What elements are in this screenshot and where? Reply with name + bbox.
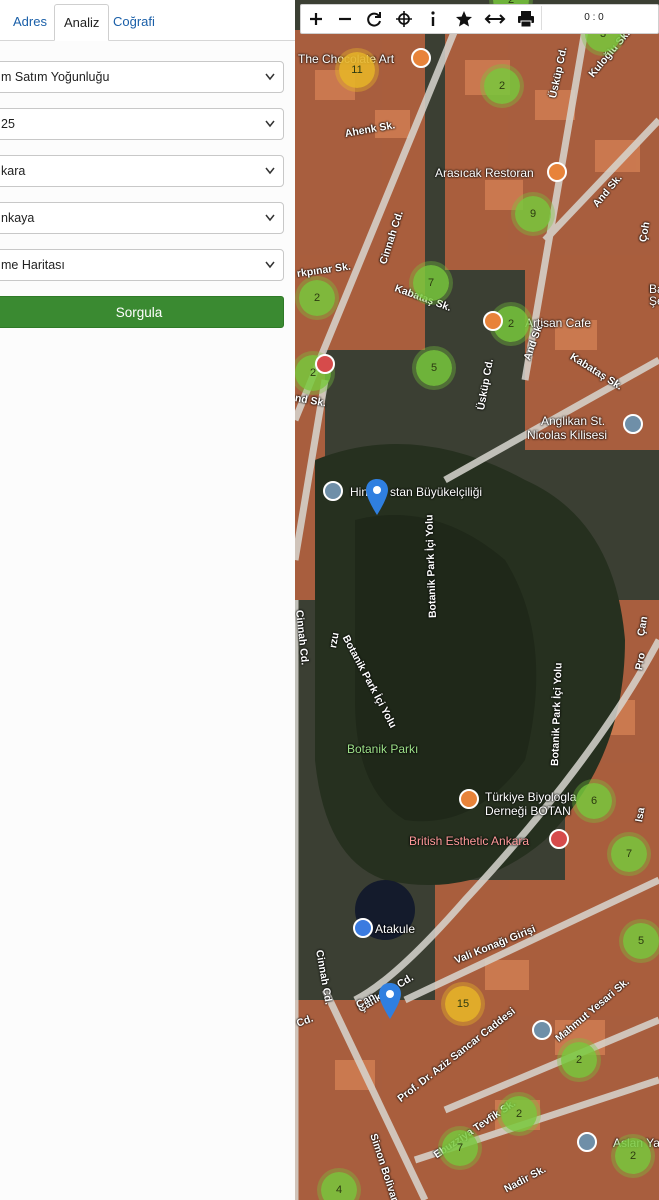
cluster-marker[interactable]: 15 [445,986,481,1022]
tab-adres[interactable]: Adres [4,4,56,40]
map-background [295,0,659,1200]
district-select[interactable]: nkaya [0,202,284,234]
measure-icon[interactable] [484,9,506,29]
map-type-value: me Haritası [1,258,65,272]
cluster-marker[interactable]: 2 [484,68,520,104]
church-icon[interactable] [623,414,643,434]
district-value: nkaya [1,211,35,225]
info-icon[interactable] [422,9,444,29]
cluster-marker[interactable]: 4 [321,1172,357,1200]
cluster-marker[interactable]: 7 [413,265,449,301]
chevron-down-icon [265,120,275,128]
zoom-in-icon[interactable] [305,9,327,29]
embassy-icon[interactable] [323,481,343,501]
place-label: Anglikan St. [541,414,606,428]
restaurant-icon[interactable] [547,162,567,182]
cluster-marker[interactable]: 7 [442,1130,478,1166]
place-label: Şehitl [649,294,659,308]
place-label: Atakule [375,922,416,936]
tab-cografi[interactable]: Coğrafi [104,4,164,40]
analysis-type-select[interactable]: m Satım Yoğunluğu [0,61,284,93]
refresh-icon[interactable] [363,9,385,29]
landmark-icon[interactable] [353,918,373,938]
cluster-marker[interactable]: 7 [611,836,647,872]
province-select[interactable]: kara [0,155,284,187]
analysis-panel: Adres Analiz Coğrafi m Satım Yoğunluğu 2… [0,0,296,1200]
cluster-marker[interactable]: 2 [501,1096,537,1132]
tab-analiz[interactable]: Analiz [54,4,110,41]
street-label: Isa [633,806,648,824]
clinic-icon[interactable] [549,829,569,849]
location-pin-icon[interactable] [365,478,389,516]
place-label: Nicolas Kilisesi [527,428,608,442]
cluster-marker[interactable]: 2 [299,280,335,316]
chevron-down-icon [265,167,275,175]
print-icon[interactable] [515,9,537,29]
place-pin-icon[interactable] [577,1132,597,1152]
cluster-marker[interactable]: 6 [576,783,612,819]
tab-bar: Adres Analiz Coğrafi [0,0,295,41]
cluster-marker[interactable]: 2 [615,1138,651,1174]
cafe-icon[interactable] [459,789,479,809]
map-type-select[interactable]: me Haritası [0,249,284,281]
satellite-map[interactable]: The Chocolate Art Arasıcak Restoran Arti… [295,0,659,1200]
coordinate-readout: 0 : 0 [541,6,646,30]
chevron-down-icon [265,73,275,81]
cafe-icon[interactable] [483,311,503,331]
cluster-marker[interactable]: 2 [561,1042,597,1078]
analysis-type-value: m Satım Yoğunluğu [1,70,110,84]
place-label: Türkiye Biyologla [485,790,577,804]
zoom-out-icon[interactable] [334,9,356,29]
year-select[interactable]: 25 [0,108,284,140]
place-label: Arasıcak Restoran [435,166,534,180]
restaurant-icon[interactable] [411,48,431,68]
crosshair-icon[interactable] [393,9,415,29]
cluster-marker[interactable]: 11 [339,52,375,88]
place-label: Derneği BOTAN [485,804,571,818]
chevron-down-icon [265,214,275,222]
place-label: Botanik Parkı [347,742,419,756]
location-pin-icon[interactable] [378,982,402,1020]
shop-icon[interactable] [315,354,335,374]
cluster-marker[interactable]: 5 [623,923,659,959]
cluster-marker[interactable]: 9 [515,196,551,232]
chevron-down-icon [265,261,275,269]
query-button[interactable]: Sorgula [0,296,284,328]
place-label: stan Büyükelçiliği [390,485,483,499]
province-value: kara [1,164,26,178]
school-icon[interactable] [532,1020,552,1040]
star-icon[interactable] [453,9,475,29]
place-label: British Esthetic Ankara [409,834,530,848]
cluster-marker[interactable]: 5 [416,350,452,386]
year-value: 25 [1,117,15,131]
